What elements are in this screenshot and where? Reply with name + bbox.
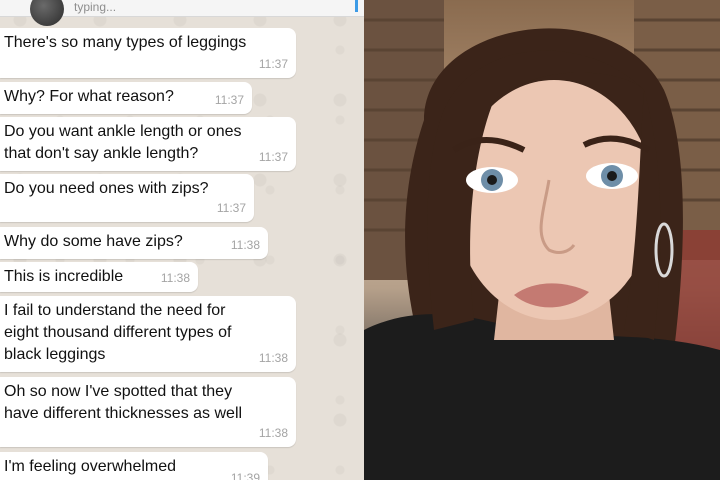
typing-status: typing... xyxy=(74,0,117,14)
message-time: 11:38 xyxy=(258,426,288,440)
message-time: 11:38 xyxy=(258,351,288,365)
message-text: I fail to understand the need for eight … xyxy=(4,302,232,363)
message-bubble[interactable]: I fail to understand the need for eight … xyxy=(0,296,296,372)
message-bubble[interactable]: This is incredible 11:38 xyxy=(0,262,198,292)
portrait-illustration xyxy=(364,0,720,480)
message-text: This is incredible xyxy=(4,268,124,285)
message-text: Why do some have zips? xyxy=(4,233,183,250)
message-bubble[interactable]: Do you want ankle length or ones that do… xyxy=(0,117,296,171)
message-text: Oh so now I've spotted that they have di… xyxy=(4,383,243,422)
message-time: 11:37 xyxy=(258,57,288,71)
message-text: I'm feeling overwhelmed xyxy=(4,458,177,475)
chat-header: typing... xyxy=(0,0,364,26)
message-text: Do you need ones with zips? xyxy=(4,180,209,197)
message-time: 11:37 xyxy=(214,93,244,107)
message-text: Do you want ankle length or ones that do… xyxy=(4,123,242,162)
message-bubble[interactable]: I'm feeling overwhelmed 11:39 xyxy=(0,452,268,480)
message-text: Why? For what reason? xyxy=(4,88,174,105)
message-bubble[interactable]: Why do some have zips? 11:38 xyxy=(0,227,268,259)
message-bubble[interactable]: There's so many types of leggings 11:37 xyxy=(0,28,296,78)
chat-panel: typing... There's so many types of leggi… xyxy=(0,0,364,480)
message-text: There's so many types of leggings xyxy=(4,34,247,51)
message-time: 11:37 xyxy=(216,201,246,215)
message-time: 11:39 xyxy=(230,471,260,480)
message-bubble[interactable]: Do you need ones with zips? 11:37 xyxy=(0,174,254,222)
message-time: 11:37 xyxy=(258,150,288,164)
message-time: 11:38 xyxy=(230,238,260,252)
contact-avatar[interactable] xyxy=(30,0,64,26)
message-bubble[interactable]: Why? For what reason? 11:37 xyxy=(0,82,252,114)
message-bubble[interactable]: Oh so now I've spotted that they have di… xyxy=(0,377,296,447)
message-time: 11:38 xyxy=(160,271,190,285)
portrait-photo xyxy=(364,0,720,480)
header-action-icon[interactable] xyxy=(355,0,358,12)
